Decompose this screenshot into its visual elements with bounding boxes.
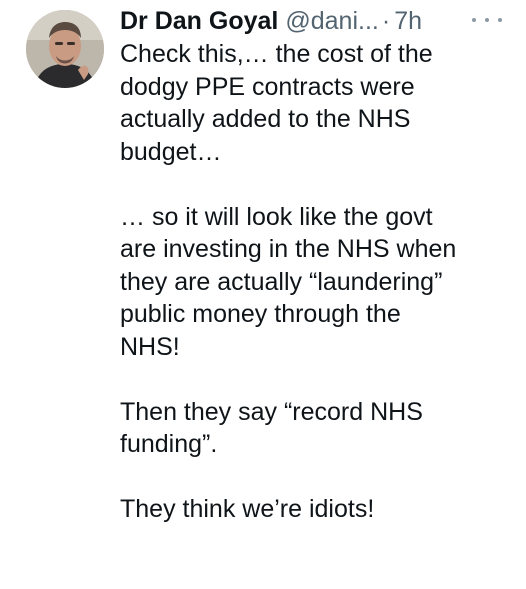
tweet: Dr Dan Goyal @dani... · 7h Check this,… … (0, 0, 526, 589)
user-handle[interactable]: @dani... (285, 4, 378, 38)
avatar[interactable] (26, 10, 104, 88)
tweet-paragraph: Check this,… the cost of the dodgy PPE c… (120, 40, 433, 166)
more-horizontal-icon (472, 18, 476, 22)
separator-dot: · (381, 7, 391, 35)
tweet-text: Check this,… the cost of the dodgy PPE c… (120, 38, 520, 526)
tweet-paragraph: Then they say “record NHS funding”. (120, 397, 423, 459)
more-options-button[interactable] (472, 14, 502, 26)
tweet-header: Dr Dan Goyal @dani... · 7h (120, 4, 520, 38)
avatar-photo (26, 10, 104, 88)
more-horizontal-icon-dot (485, 18, 489, 22)
tweet-paragraph: They think we’re idiots! (120, 495, 375, 523)
more-horizontal-icon-dot (498, 18, 502, 22)
display-name[interactable]: Dr Dan Goyal (120, 4, 278, 38)
tweet-paragraph: … so it will look like the govt are inve… (120, 202, 457, 361)
timestamp[interactable]: 7h (394, 4, 422, 38)
